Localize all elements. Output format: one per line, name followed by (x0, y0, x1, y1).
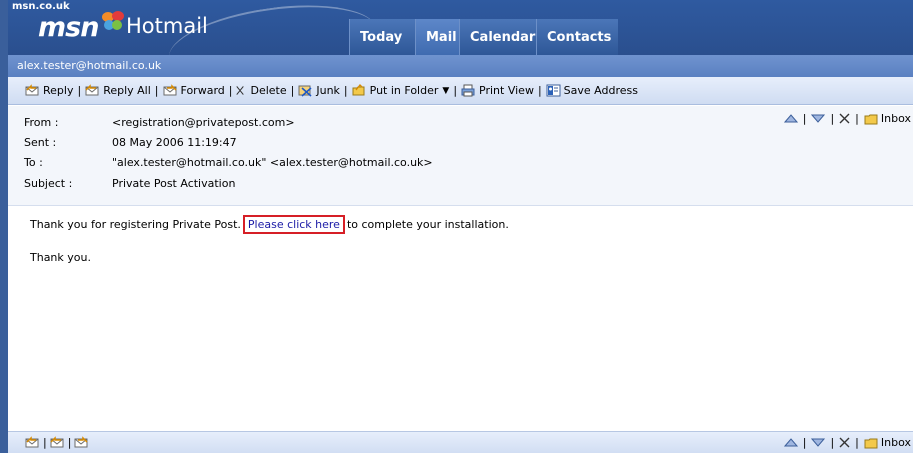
forward-button[interactable]: Forward (163, 84, 225, 97)
delete-x-icon (236, 86, 245, 95)
product-title: Hotmail (126, 14, 208, 38)
reply-all-button[interactable]: Reply All (85, 84, 151, 97)
forward-label: Forward (180, 84, 225, 97)
previous-message-icon[interactable] (783, 437, 798, 448)
subject-label: Subject : (24, 177, 73, 190)
reply-icon (25, 84, 39, 96)
to-label: To : (24, 156, 43, 169)
close-icon[interactable] (839, 113, 850, 124)
body-paragraph: Thank you for registering Private Post. P… (30, 215, 509, 234)
toolbar-divider: | (77, 84, 82, 97)
activation-link[interactable]: Please click here (248, 218, 340, 231)
previous-message-icon[interactable] (783, 113, 798, 124)
junk-button[interactable]: Junk (298, 84, 340, 97)
tab-calendar[interactable]: Calendar (459, 19, 536, 55)
reply-all-icon[interactable] (50, 436, 65, 449)
msn-butterfly-icon (102, 11, 124, 30)
message-body: Thank you for registering Private Post. P… (8, 206, 913, 431)
msn-logo[interactable]: msn (38, 12, 99, 43)
message-nav-bottom: | | | Inbox (783, 436, 911, 449)
body-text-after: to complete your installation. (346, 218, 509, 231)
inbox-link[interactable]: Inbox (864, 112, 911, 125)
from-label: From : (24, 116, 59, 129)
sent-value: 08 May 2006 11:19:47 (112, 136, 237, 149)
forward-icon[interactable] (74, 436, 89, 449)
delete-label: Delete (250, 84, 287, 97)
toolbar-divider: | (290, 84, 295, 97)
put-in-folder-menu[interactable]: Put in Folder ▼ (352, 84, 450, 97)
reply-all-icon (85, 84, 99, 96)
inbox-folder-icon (864, 114, 878, 124)
nav-divider: | (802, 112, 807, 125)
save-address-label: Save Address (563, 84, 638, 97)
toolbar-divider: | (154, 84, 159, 97)
nav-divider: | (830, 112, 835, 125)
closing-text: Thank you. (30, 251, 91, 264)
message-nav-top: | | | Inbox (783, 112, 911, 125)
nav-divider: | (802, 436, 807, 449)
tab-today[interactable]: Today (349, 19, 415, 55)
reply-all-label: Reply All (103, 84, 151, 97)
bottom-actions: | | (25, 436, 89, 449)
sent-label: Sent : (24, 136, 57, 149)
from-value: <registration@privatepost.com> (112, 116, 295, 129)
inbox-label: Inbox (880, 112, 911, 125)
delete-button[interactable]: Delete (236, 84, 287, 97)
account-email: alex.tester@hotmail.co.uk (17, 59, 162, 72)
site-name: msn.co.uk (12, 1, 70, 12)
highlight-box: Please click here (242, 215, 345, 234)
message-headers: From : <registration@privatepost.com> Se… (8, 106, 913, 206)
app-header: msn.co.uk msn Hotmail Today Mail Calenda… (8, 0, 913, 55)
account-bar: alex.tester@hotmail.co.uk (8, 55, 913, 77)
nav-divider: | (67, 436, 72, 449)
tab-mail[interactable]: Mail (415, 19, 459, 55)
forward-icon (163, 84, 177, 96)
print-view-button[interactable]: Print View (461, 84, 534, 97)
nav-divider: | (855, 436, 859, 449)
inbox-label: Inbox (880, 436, 911, 449)
message-toolbar: Reply | Reply All | Forward | Delete | J… (8, 77, 913, 105)
junk-label: Junk (316, 84, 340, 97)
put-in-folder-label: Put in Folder (369, 84, 439, 97)
reply-icon[interactable] (25, 436, 40, 449)
next-message-icon[interactable] (811, 437, 826, 448)
toolbar-divider: | (537, 84, 542, 97)
folder-icon (352, 84, 365, 96)
contact-card-icon (546, 84, 561, 97)
toolbar-divider: | (453, 84, 458, 97)
bottom-toolbar: | | | | | Inbox (8, 431, 913, 453)
body-text-before: Thank you for registering Private Post. (30, 218, 241, 231)
main-tabs: Today Mail Calendar Contacts (349, 19, 618, 55)
nav-divider: | (43, 436, 47, 449)
nav-divider: | (830, 436, 835, 449)
reply-button[interactable]: Reply (25, 84, 73, 97)
junk-icon (298, 85, 312, 97)
inbox-link[interactable]: Inbox (864, 436, 911, 449)
close-icon[interactable] (839, 437, 850, 448)
reply-label: Reply (43, 84, 74, 97)
left-frame-edge (0, 0, 8, 453)
to-value: "alex.tester@hotmail.co.uk" <alex.tester… (112, 156, 433, 169)
toolbar-divider: | (228, 84, 233, 97)
toolbar-divider: | (343, 84, 348, 97)
print-view-label: Print View (479, 84, 534, 97)
inbox-folder-icon (864, 438, 878, 448)
nav-divider: | (855, 112, 859, 125)
chevron-down-icon: ▼ (442, 85, 450, 96)
save-address-button[interactable]: Save Address (546, 84, 638, 97)
next-message-icon[interactable] (811, 113, 826, 124)
subject-value: Private Post Activation (112, 177, 236, 190)
print-icon (461, 84, 475, 97)
tab-contacts[interactable]: Contacts (536, 19, 618, 55)
